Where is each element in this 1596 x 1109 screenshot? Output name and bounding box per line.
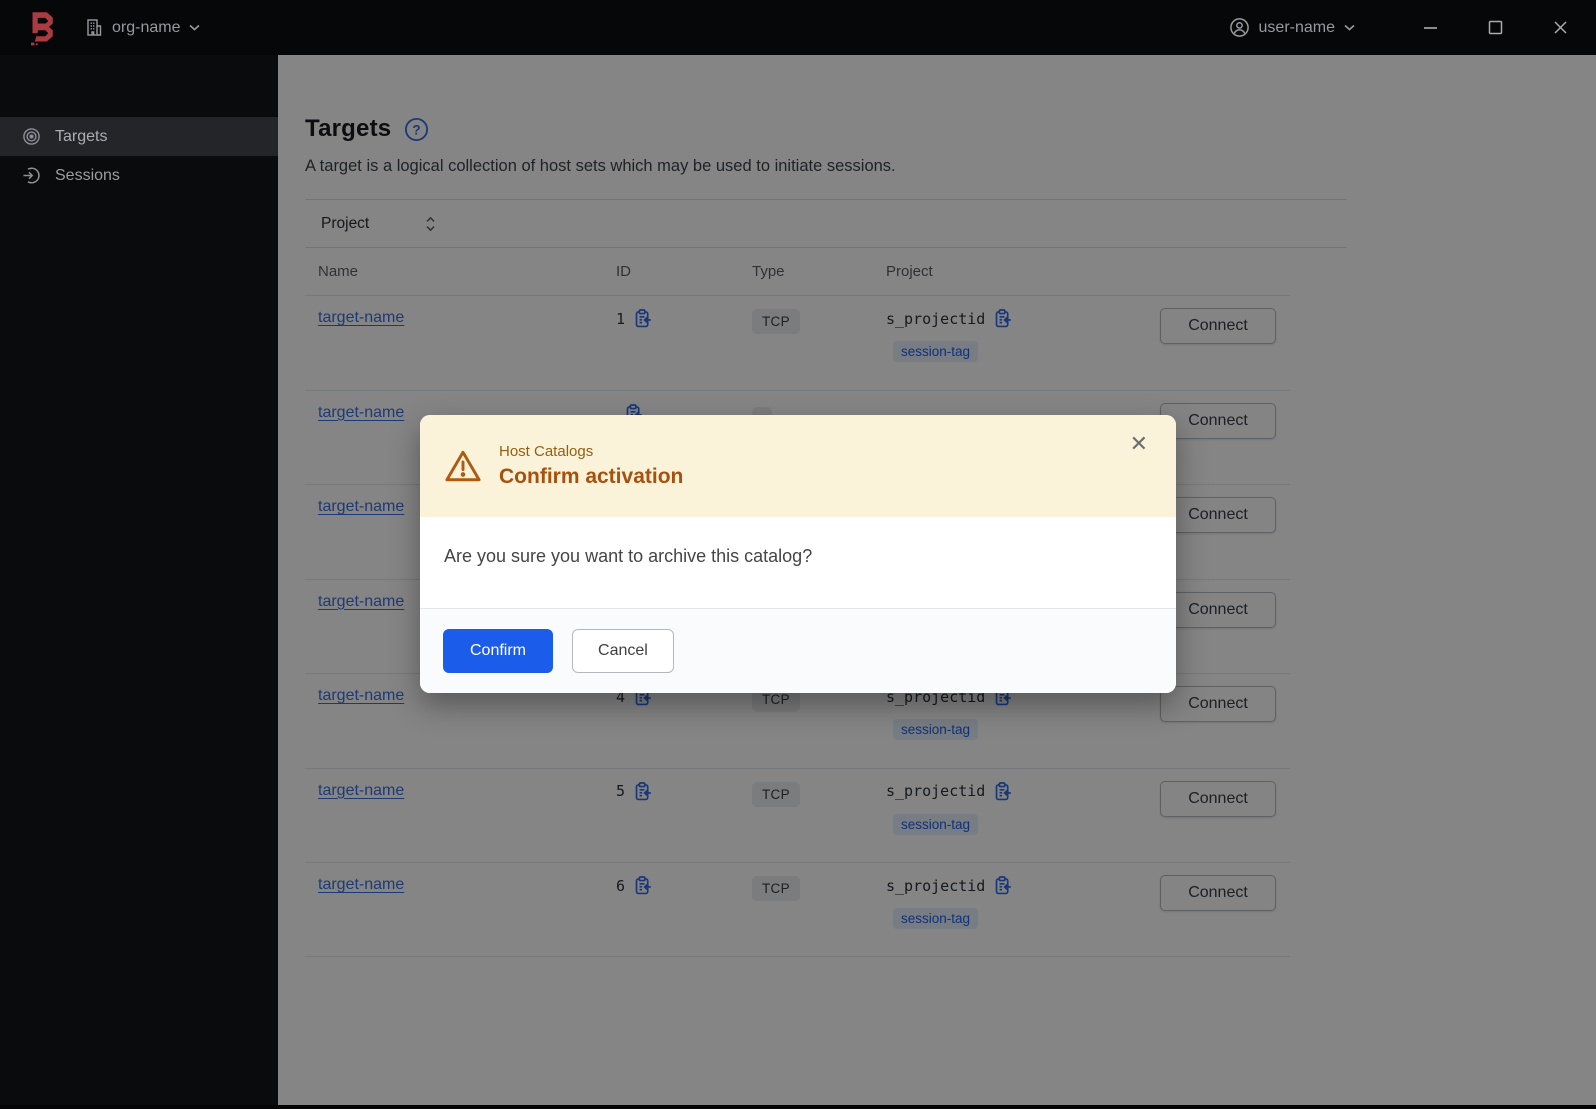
sidebar-item-targets[interactable]: Targets	[0, 117, 278, 156]
org-menu[interactable]: org-name	[83, 14, 202, 41]
app-window: org-name user-name Targets Sessions Targ…	[0, 0, 1596, 1109]
titlebar: org-name user-name	[0, 0, 1596, 55]
org-icon	[85, 18, 103, 37]
confirm-button[interactable]: Confirm	[443, 629, 554, 673]
user-menu[interactable]: user-name	[1227, 13, 1357, 42]
modal-body: Are you sure you want to archive this ca…	[420, 517, 1176, 608]
modal-message: Are you sure you want to archive this ca…	[444, 546, 813, 566]
confirm-modal: Host Catalogs Confirm activation ✕ Are y…	[420, 415, 1176, 693]
sidebar-item-sessions[interactable]: Sessions	[0, 156, 278, 195]
sidebar: Targets Sessions	[0, 55, 278, 1109]
sidebar-item-label: Sessions	[55, 166, 120, 184]
chevron-down-icon	[1344, 24, 1355, 31]
org-menu-label: org-name	[112, 18, 181, 36]
modal-tagline: Host Catalogs	[499, 443, 594, 460]
user-menu-label: user-name	[1258, 18, 1335, 36]
modal-footer: Confirm Cancel	[420, 608, 1176, 693]
chevron-down-icon	[189, 24, 201, 31]
window-bottom-edge	[0, 1105, 1596, 1109]
session-entry-icon	[22, 166, 41, 185]
user-icon	[1229, 17, 1250, 38]
close-icon[interactable]: ✕	[1126, 429, 1152, 459]
window-controls	[1421, 18, 1570, 37]
warning-icon	[444, 448, 482, 484]
target-bullseye-icon	[22, 127, 41, 146]
cancel-button[interactable]: Cancel	[572, 629, 674, 673]
close-window-button[interactable]	[1551, 18, 1570, 37]
minimize-button[interactable]	[1421, 18, 1440, 37]
modal-title: Confirm activation	[499, 465, 684, 488]
boundary-logo	[26, 10, 57, 46]
modal-header: Host Catalogs Confirm activation ✕	[420, 415, 1176, 517]
maximize-button[interactable]	[1486, 18, 1505, 37]
sidebar-item-label: Targets	[55, 127, 108, 145]
